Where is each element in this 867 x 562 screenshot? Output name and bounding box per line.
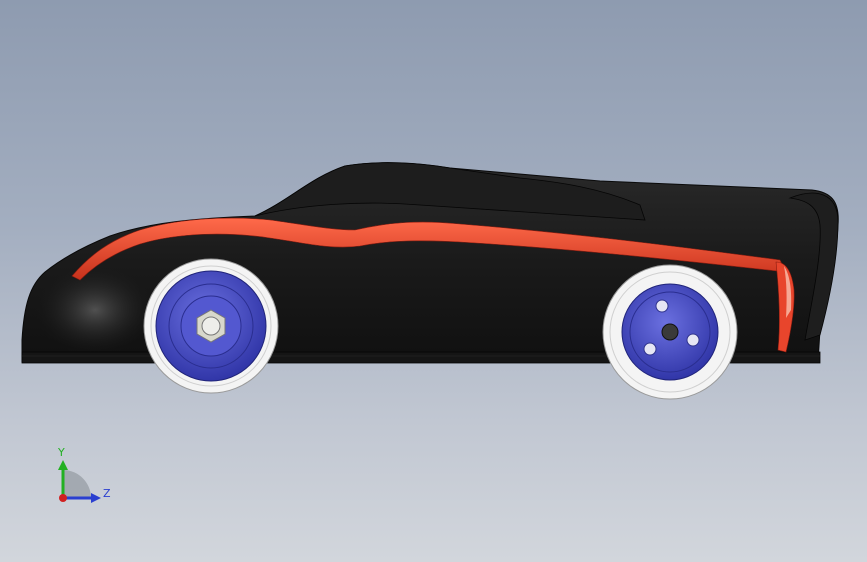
- rear-wheel[interactable]: [602, 264, 738, 400]
- x-axis-origin: [59, 494, 67, 502]
- z-axis-label: Z: [103, 487, 111, 500]
- y-axis-label: Y: [57, 446, 65, 459]
- nose-highlight: [35, 265, 155, 355]
- triad-quadrant: [63, 470, 91, 498]
- front-wheel[interactable]: [143, 258, 279, 394]
- reference-triad: Y Z: [57, 446, 111, 503]
- model-view[interactable]: Y Z: [0, 0, 867, 562]
- graphics-viewport[interactable]: Y Z: [0, 0, 867, 562]
